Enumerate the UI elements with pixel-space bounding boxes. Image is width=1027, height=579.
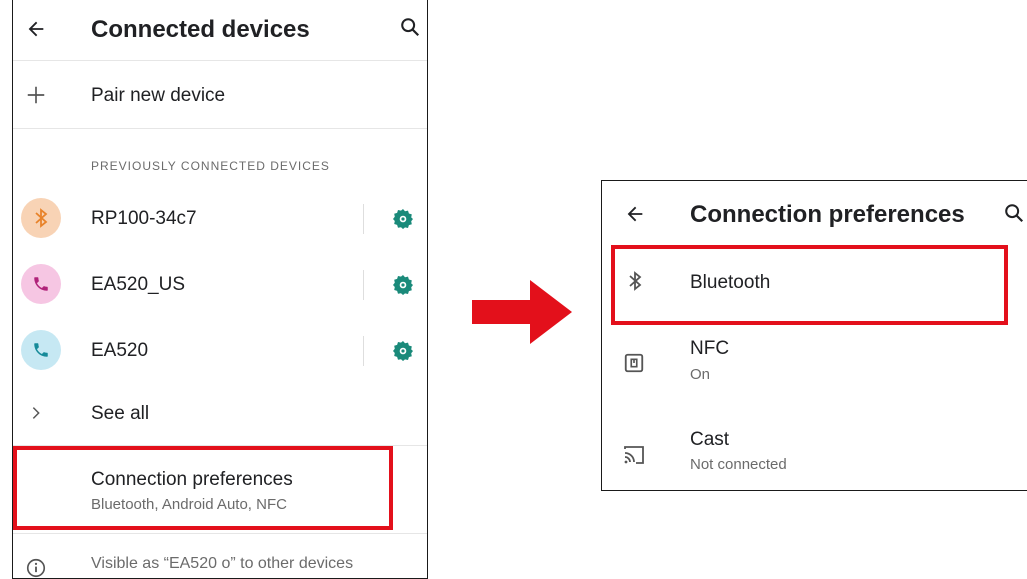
gear-icon[interactable] xyxy=(389,271,417,299)
cast-item[interactable]: Cast Not connected xyxy=(602,409,1027,490)
cast-icon xyxy=(620,441,648,469)
device-name: EA520 xyxy=(91,340,149,361)
bluetooth-icon xyxy=(21,198,61,238)
add-icon xyxy=(22,81,50,109)
nfc-icon xyxy=(620,349,648,377)
back-arrow-icon[interactable] xyxy=(21,14,51,44)
page-title: Connected devices xyxy=(91,16,310,43)
page-title: Connection preferences xyxy=(690,201,965,228)
device-item-ea520-us[interactable]: EA520_US xyxy=(13,252,427,316)
phone-icon xyxy=(21,264,61,304)
pair-new-device-item[interactable]: Pair new device xyxy=(13,61,427,128)
gear-icon[interactable] xyxy=(389,337,417,365)
phone-icon xyxy=(21,330,61,370)
highlight-box xyxy=(611,245,1008,325)
cast-label: Cast xyxy=(690,429,730,450)
connected-devices-screen: Connected devices Pair new device PREVIO… xyxy=(12,0,428,579)
highlight-box xyxy=(13,446,393,530)
see-all-label: See all xyxy=(91,403,150,424)
section-header: PREVIOUSLY CONNECTED DEVICES xyxy=(91,159,330,173)
search-icon[interactable] xyxy=(999,198,1027,228)
connection-preferences-screen: Connection preferences Bluetooth NFC On … xyxy=(601,180,1027,491)
gear-icon[interactable] xyxy=(389,205,417,233)
nfc-item[interactable]: NFC On xyxy=(602,321,1027,407)
device-item-rp100[interactable]: RP100-34c7 xyxy=(13,188,427,252)
device-item-ea520[interactable]: EA520 xyxy=(13,318,427,382)
right-arrow-icon xyxy=(472,280,572,344)
nfc-status: On xyxy=(690,366,711,383)
device-name: RP100-34c7 xyxy=(91,208,197,229)
visibility-info: Visible as “EA520 o” to other devices xyxy=(91,555,354,572)
info-icon xyxy=(22,554,50,578)
search-icon[interactable] xyxy=(395,12,425,42)
pair-new-device-label: Pair new device xyxy=(91,85,226,106)
back-arrow-icon[interactable] xyxy=(620,199,650,229)
chevron-right-icon xyxy=(23,400,49,426)
nfc-label: NFC xyxy=(690,338,730,359)
cast-status: Not connected xyxy=(690,456,787,473)
device-name: EA520_US xyxy=(91,274,186,295)
see-all-item[interactable]: See all xyxy=(13,382,427,444)
